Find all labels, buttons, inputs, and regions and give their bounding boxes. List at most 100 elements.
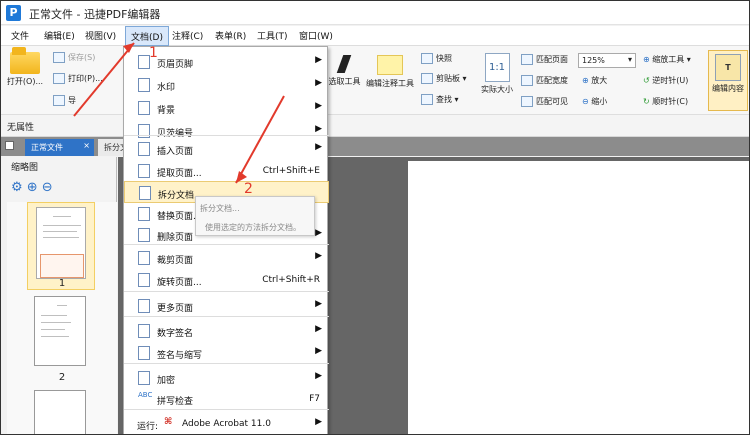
menu-form[interactable]: 表单(R) [215,29,246,42]
submenu-arrow-icon: ▶ [315,299,322,309]
submenu-arrow-icon: ▶ [315,78,322,88]
open-button[interactable]: 打开(O)... [5,47,45,87]
cursor-icon [336,55,353,73]
menu-run-acrobat[interactable]: 运行: ⌘ Adobe Acrobat 11.0 ▶ [124,413,329,434]
rotate-counterclockwise-button[interactable]: ↺ 逆时针(U) [643,75,688,86]
menu-spell-check[interactable]: ABC 拼写检查 F7 [124,388,329,410]
menu-background[interactable]: 背景 ▶ [124,97,329,119]
zoom-tool-button[interactable]: ⊕ 缩放工具 ▾ [643,54,691,65]
title-bar: P 正常文件 - 迅捷PDF编辑器 [1,1,749,25]
menu-file[interactable]: 文件 [11,29,29,42]
menu-separator [124,409,329,410]
clipboard-icon [421,73,433,84]
fit-page-icon [521,54,533,65]
document-page [408,161,749,434]
save-icon [53,52,65,63]
submenu-arrow-icon: ▶ [315,142,322,152]
save-button[interactable]: 保存(S) [53,52,95,63]
find-button[interactable]: 查找 ▾ [421,94,459,105]
split-document-icon [139,186,151,200]
thumbnail-area: 1 2 [7,202,117,434]
edit-content-icon: T [715,54,741,81]
spell-check-icon: ABC [138,391,153,399]
zoom-in-button[interactable]: ⊕ 放大 [582,75,607,86]
properties-bar: 无属性 [1,115,749,137]
menu-document[interactable]: 文档(D) [125,26,169,46]
insert-pages-icon [138,142,150,156]
menu-sign-initials[interactable]: 签名与缩写 ▶ [124,342,329,364]
digital-signature-icon [138,324,150,338]
export-button[interactable]: 导 [53,95,76,106]
open-label: 打开(O)... [6,77,44,86]
camera-icon [421,53,433,64]
folder-icon [10,47,40,74]
background-icon [138,101,150,115]
zoom-out-button[interactable]: ⊖ 缩小 [582,96,607,107]
select-tool-button[interactable]: 选取工具 [328,55,361,87]
menu-separator [124,244,329,245]
menu-view[interactable]: 视图(V) [85,29,116,42]
application-window: P 正常文件 - 迅捷PDF编辑器 文件 编辑(E) 视图(V) 文档(D) 注… [0,0,750,435]
menu-rotate-pages[interactable]: 旋转页面... Ctrl+Shift+R [124,269,329,291]
menu-window[interactable]: 窗口(W) [299,29,333,42]
page-1-thumbnail[interactable] [27,202,95,290]
document-menu-dropdown: 页眉页脚 ▶ 水印 ▶ 背景 ▶ 贝茨编号 ▶ 插入页面 ▶ 提取页面... Ctrl+Sh… [123,46,329,434]
menu-separator [124,135,329,136]
menu-insert-pages[interactable]: 插入页面 ▶ [124,138,329,160]
menu-comment[interactable]: 注释(C) [172,29,203,42]
tab-normal-file[interactable]: 正常文件 × [25,139,94,156]
print-button[interactable]: 打印(P)... [53,73,103,84]
menu-separator [124,291,329,292]
submenu-arrow-icon: ▶ [315,124,322,134]
submenu-arrow-icon: ▶ [315,346,322,356]
actual-size-icon: 1:1 [484,53,510,82]
menu-crop-pages[interactable]: 裁剪页面 ▶ [124,247,329,269]
snapshot-button[interactable]: 快照 [421,53,452,64]
acrobat-icon: ⌘ [164,417,173,427]
extract-pages-icon [138,164,150,178]
printer-icon [53,73,65,84]
document-tabs: 正常文件 × 拆分文 [1,137,749,156]
edit-comment-tool-button[interactable]: 编辑注释工具 [365,55,415,89]
menu-more-pages[interactable]: 更多页面 ▶ [124,295,329,317]
submenu-arrow-icon: ▶ [315,251,322,261]
menu-separator [124,363,329,364]
actual-size-button[interactable]: 1:1 实际大小 [478,53,516,95]
clipboard-button[interactable]: 剪贴板 ▾ [421,73,467,84]
submenu-arrow-icon: ▶ [315,371,322,381]
submenu-arrow-icon: ▶ [315,228,322,238]
page-2-thumbnail[interactable] [34,296,86,366]
find-icon [421,94,433,105]
fit-visible-button[interactable]: 匹配可见 [521,96,568,107]
menu-bar: 文件 编辑(E) 视图(V) 文档(D) 注释(C) 表单(R) 工具(T) 窗… [1,26,749,46]
tab-list-icon[interactable] [5,141,14,150]
delete-pages-icon [138,228,150,242]
thumbnail-title: 缩略图 [11,163,39,173]
zoom-select[interactable]: 125% ▾ [578,53,636,68]
submenu-arrow-icon: ▶ [315,417,322,427]
menu-tools[interactable]: 工具(T) [257,29,288,42]
thumbnail-sidebar: 缩略图 ⚙︎ ⊕ ⊖ 1 2 [7,157,117,434]
fit-width-button[interactable]: 匹配宽度 [521,75,568,86]
page-number-2: 2 [58,372,66,383]
page-3-thumbnail[interactable] [34,390,86,434]
comment-icon [377,55,403,75]
ribbon-toolbar: 打开(O)... 保存(S) 打印(P)... 导 选取工具 编辑注释工具 快照… [1,46,749,115]
rotate-pages-icon [138,273,150,287]
menu-digital-signature[interactable]: 数字签名 ▶ [124,320,329,342]
edit-content-button[interactable]: T 编辑内容 [708,50,748,111]
window-title: 正常文件 - 迅捷PDF编辑器 [29,8,161,21]
close-tab-icon[interactable]: × [83,141,90,150]
annotation-number-1: 1 [149,45,158,61]
thumbnail-tools-icon[interactable]: ⚙︎ ⊕ ⊖ [11,180,53,195]
menu-extract-pages[interactable]: 提取页面... Ctrl+Shift+E [124,160,329,182]
menu-separator [124,316,329,317]
fit-page-button[interactable]: 匹配页面 [521,54,568,65]
rotate-clockwise-button[interactable]: ↻ 顺时针(C) [643,96,688,107]
page-preview [36,207,86,279]
menu-edit[interactable]: 编辑(E) [44,29,75,42]
watermark-icon [138,78,150,92]
menu-watermark[interactable]: 水印 ▶ [124,74,329,96]
menu-encrypt[interactable]: 加密 ▶ [124,367,329,389]
fit-visible-icon [521,96,533,107]
